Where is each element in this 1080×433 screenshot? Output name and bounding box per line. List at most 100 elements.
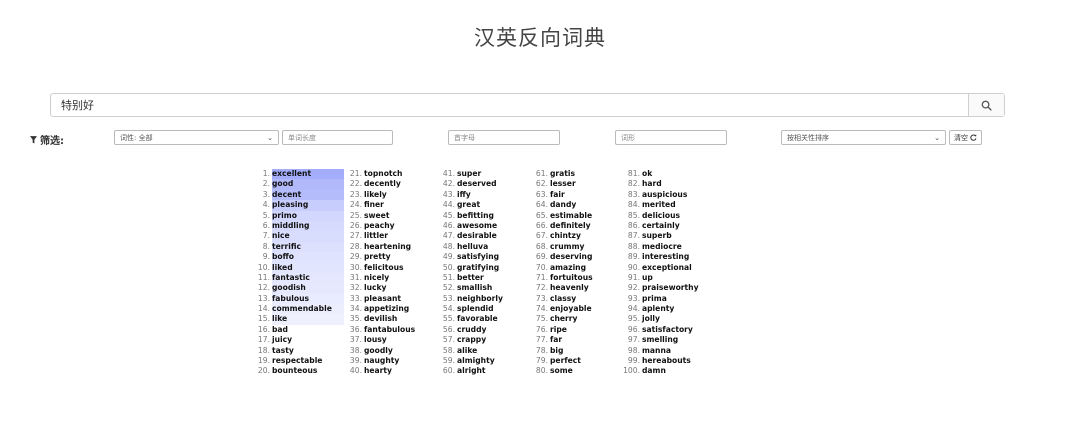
- list-item-word[interactable]: iffy: [457, 190, 473, 200]
- list-item-word[interactable]: definitely: [550, 221, 593, 231]
- list-item-word[interactable]: likely: [364, 190, 389, 200]
- list-item-word[interactable]: big: [550, 346, 565, 356]
- list-item-word[interactable]: excellent: [272, 169, 344, 180]
- list-item-word[interactable]: cherry: [550, 314, 580, 324]
- list-item[interactable]: 78. big: [536, 346, 595, 356]
- list-item[interactable]: 37. lousy: [350, 335, 417, 345]
- list-item-word[interactable]: splendid: [457, 304, 496, 314]
- list-item[interactable]: 69. deserving: [536, 252, 595, 262]
- list-item[interactable]: 51. better: [443, 273, 505, 283]
- list-item-word[interactable]: littler: [364, 231, 390, 241]
- list-item[interactable]: 7. nice: [263, 231, 344, 242]
- list-item-word[interactable]: classy: [550, 294, 578, 304]
- list-item-word[interactable]: gratis: [550, 169, 577, 179]
- list-item-word[interactable]: pleasant: [364, 294, 403, 304]
- list-item[interactable]: 95. jolly: [628, 314, 701, 324]
- list-item-word[interactable]: respectable: [272, 356, 324, 366]
- list-item[interactable]: 94. aplenty: [628, 304, 701, 314]
- list-item-word[interactable]: finer: [364, 200, 386, 210]
- list-item[interactable]: 8. terrific: [263, 241, 344, 253]
- list-item-word[interactable]: terrific: [272, 241, 344, 253]
- list-item[interactable]: 23. likely: [350, 190, 417, 200]
- list-item[interactable]: 77. far: [536, 335, 595, 345]
- list-item-word[interactable]: boffo: [272, 252, 344, 263]
- list-item-word[interactable]: fair: [550, 190, 567, 200]
- list-item[interactable]: 81. ok: [628, 169, 701, 179]
- clear-button[interactable]: 清空: [949, 130, 982, 145]
- list-item-word[interactable]: alright: [457, 366, 488, 376]
- list-item-word[interactable]: manna: [642, 346, 673, 356]
- list-item[interactable]: 92. praiseworthy: [628, 283, 701, 293]
- list-item[interactable]: 74. enjoyable: [536, 304, 595, 314]
- list-item[interactable]: 30. felicitous: [350, 263, 417, 273]
- list-item[interactable]: 52. smallish: [443, 283, 505, 293]
- list-item[interactable]: 60. alright: [443, 366, 505, 376]
- list-item[interactable]: 96. satisfactory: [628, 325, 701, 335]
- list-item-word[interactable]: desirable: [457, 231, 499, 241]
- list-item-word[interactable]: neighborly: [457, 294, 505, 304]
- list-item-word[interactable]: bounteous: [272, 366, 319, 376]
- list-item-word[interactable]: estimable: [550, 211, 594, 221]
- list-item[interactable]: 38. goodly: [350, 346, 417, 356]
- list-item-word[interactable]: aplenty: [642, 304, 676, 314]
- list-item[interactable]: 47. desirable: [443, 231, 505, 241]
- list-item[interactable]: 4. pleasing: [263, 200, 344, 211]
- list-item[interactable]: 100. damn: [623, 366, 701, 376]
- list-item-word[interactable]: satisfying: [457, 252, 501, 262]
- list-item-word[interactable]: interesting: [642, 252, 691, 262]
- list-item-word[interactable]: decently: [364, 179, 403, 189]
- list-item-word[interactable]: fabulous: [272, 293, 344, 305]
- list-item-word[interactable]: better: [457, 273, 486, 283]
- list-item-word[interactable]: fortuitous: [550, 273, 595, 283]
- list-item[interactable]: 3. decent: [263, 189, 344, 201]
- list-item-word[interactable]: exceptional: [642, 263, 694, 273]
- list-item-word[interactable]: naughty: [364, 356, 401, 366]
- list-item-word[interactable]: great: [457, 200, 482, 210]
- list-item-word[interactable]: prima: [642, 294, 669, 304]
- list-item-word[interactable]: middling: [272, 220, 344, 232]
- list-item-word[interactable]: damn: [642, 366, 668, 376]
- list-item-word[interactable]: appetizing: [364, 304, 411, 314]
- list-item-word[interactable]: some: [550, 366, 575, 376]
- list-item-word[interactable]: nicely: [364, 273, 391, 283]
- list-item-word[interactable]: pretty: [364, 252, 393, 262]
- list-item[interactable]: 63. fair: [536, 190, 595, 200]
- list-item-word[interactable]: dandy: [550, 200, 578, 210]
- list-item-word[interactable]: deserved: [457, 179, 499, 189]
- list-item-word[interactable]: liked: [272, 262, 344, 273]
- list-item[interactable]: 15. like: [258, 314, 344, 325]
- list-item[interactable]: 79. perfect: [536, 356, 595, 366]
- list-item-word[interactable]: perfect: [550, 356, 583, 366]
- list-item[interactable]: 46. awesome: [443, 221, 505, 231]
- list-item-word[interactable]: commendable: [272, 304, 344, 315]
- sort-select[interactable]: 按相关性排序 ⌄: [781, 130, 946, 145]
- list-item[interactable]: 12. goodish: [258, 283, 344, 294]
- list-item-word[interactable]: awesome: [457, 221, 499, 231]
- list-item[interactable]: 84. merited: [628, 200, 701, 210]
- list-item[interactable]: 11. fantastic: [258, 272, 344, 284]
- initial-letter-input[interactable]: 首字母: [448, 130, 560, 145]
- list-item[interactable]: 34. appetizing: [350, 304, 417, 314]
- list-item-word[interactable]: fantabulous: [364, 325, 417, 335]
- list-item[interactable]: 17. juicy: [258, 335, 344, 345]
- list-item[interactable]: 43. iffy: [443, 190, 505, 200]
- list-item[interactable]: 14. commendable: [258, 304, 344, 315]
- word-pattern-input[interactable]: 词形: [615, 130, 727, 145]
- list-item[interactable]: 82. hard: [628, 179, 701, 189]
- list-item[interactable]: 99. hereabouts: [628, 356, 701, 366]
- list-item-word[interactable]: super: [457, 169, 483, 179]
- list-item[interactable]: 5. primo: [263, 210, 344, 221]
- list-item[interactable]: 33. pleasant: [350, 294, 417, 304]
- list-item[interactable]: 88. mediocre: [628, 242, 701, 252]
- list-item-word[interactable]: sweet: [364, 211, 391, 221]
- list-item-word[interactable]: goodly: [364, 346, 395, 356]
- list-item[interactable]: 32. lucky: [350, 283, 417, 293]
- list-item[interactable]: 35. devilish: [350, 314, 417, 324]
- list-item-word[interactable]: hearty: [364, 366, 394, 376]
- list-item-word[interactable]: deserving: [550, 252, 594, 262]
- list-item[interactable]: 10. liked: [258, 262, 344, 273]
- list-item-word[interactable]: lesser: [550, 179, 578, 189]
- word-length-input[interactable]: 单词长度: [282, 130, 393, 145]
- list-item-word[interactable]: befitting: [457, 211, 496, 221]
- list-item-word[interactable]: mediocre: [642, 242, 684, 252]
